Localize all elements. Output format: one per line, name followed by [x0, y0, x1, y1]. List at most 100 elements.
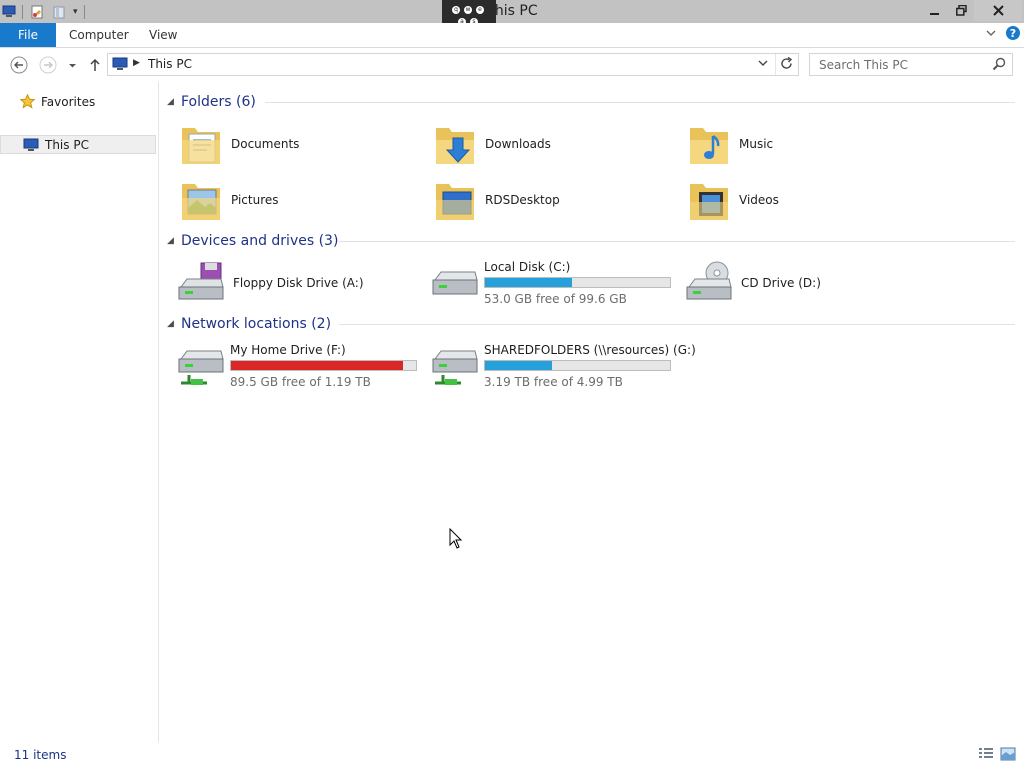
folder-item-rdsdesktop[interactable]: RDSDesktop — [433, 175, 560, 225]
item-label: Pictures — [231, 193, 279, 207]
forward-button[interactable] — [38, 55, 58, 75]
content-area: ◢ Folders (6) Documents Downloads Music — [159, 82, 1024, 742]
tab-file[interactable]: File — [0, 23, 56, 47]
up-arrow-icon — [90, 58, 100, 71]
group-header-folders[interactable]: ◢ Folders (6) — [167, 92, 1015, 112]
item-label: Music — [739, 137, 774, 151]
drive-label: My Home Drive (F:) — [230, 343, 346, 357]
navigation-pane: Favorites This PC — [0, 82, 159, 742]
folder-item-music[interactable]: Music — [687, 119, 773, 169]
details-view-icon[interactable] — [978, 747, 994, 761]
refresh-icon[interactable] — [779, 56, 794, 71]
drive-item-cd-d[interactable]: CD Drive (D:) — [685, 258, 821, 308]
group-title: Folders (6) — [181, 94, 256, 110]
network-drive-icon — [432, 350, 478, 385]
chevron-down-icon — [68, 63, 76, 67]
drive-label: SHAREDFOLDERS (\\resources) (G:) — [484, 343, 696, 357]
drive-label: Local Disk (C:) — [484, 260, 571, 274]
collapse-triangle-icon[interactable]: ◢ — [167, 236, 181, 246]
collapse-triangle-icon[interactable]: ◢ — [167, 319, 181, 329]
nav-item-favorites[interactable]: Favorites — [20, 94, 95, 109]
floppy-drive-icon — [178, 262, 224, 300]
downloads-folder-icon — [436, 128, 474, 164]
folder-item-videos[interactable]: Videos — [687, 175, 779, 225]
group-divider — [339, 241, 1015, 242]
tab-computer[interactable]: Computer — [69, 23, 129, 47]
drive-usage-bar — [484, 277, 671, 288]
restore-icon — [955, 5, 967, 16]
address-separator — [775, 54, 776, 75]
large-icons-view-icon[interactable] — [1000, 747, 1016, 761]
group-header-devices[interactable]: ◢ Devices and drives (3) — [167, 231, 1015, 251]
item-label: Documents — [231, 137, 300, 151]
this-pc-icon — [112, 57, 128, 70]
breadcrumb-chevron-icon[interactable]: ▶ — [133, 58, 140, 68]
drive-item-floppy[interactable]: Floppy Disk Drive (A:) — [177, 258, 364, 308]
search-icon[interactable] — [992, 57, 1006, 71]
drive-free-space: 53.0 GB free of 99.6 GB — [484, 292, 627, 306]
item-label: Downloads — [485, 137, 551, 151]
folder-item-pictures[interactable]: Pictures — [179, 175, 279, 225]
group-divider — [339, 324, 1015, 325]
group-title: Network locations (2) — [181, 316, 332, 332]
music-folder-icon — [690, 128, 728, 164]
forward-arrow-icon — [39, 56, 57, 74]
back-arrow-icon — [10, 56, 28, 74]
item-label: Floppy Disk Drive (A:) — [233, 276, 364, 290]
drive-usage-bar — [484, 360, 671, 371]
drive-usage-fill — [485, 361, 552, 370]
restore-button[interactable] — [948, 0, 974, 21]
folder-item-downloads[interactable]: Downloads — [433, 119, 551, 169]
collapse-triangle-icon[interactable]: ◢ — [167, 97, 181, 107]
pictures-folder-icon — [182, 184, 220, 220]
minimize-button[interactable] — [922, 0, 948, 21]
drive-item-my-home-drive-f[interactable]: My Home Drive (F:) 89.5 GB free of 1.19 … — [177, 343, 427, 393]
breadcrumb[interactable]: This PC — [148, 57, 192, 71]
network-drive-icon — [178, 350, 224, 385]
up-button[interactable] — [85, 55, 105, 75]
drive-usage-bar — [230, 360, 417, 371]
recent-locations-button[interactable] — [62, 55, 82, 75]
ribbon-controls: ? — [986, 26, 1020, 40]
videos-folder-icon — [690, 184, 728, 220]
documents-folder-icon — [182, 128, 220, 164]
cd-drive-icon — [686, 261, 732, 300]
view-switcher — [978, 747, 1016, 761]
close-icon — [992, 5, 1004, 16]
search-box[interactable]: Search This PC — [809, 53, 1013, 76]
address-bar[interactable]: ▶ This PC — [107, 53, 799, 76]
mouse-cursor-icon — [449, 528, 463, 549]
back-button[interactable] — [9, 55, 29, 75]
close-button[interactable] — [974, 0, 1022, 21]
drive-free-space: 89.5 GB free of 1.19 TB — [230, 375, 371, 389]
window-title: This PC — [486, 3, 538, 19]
this-pc-icon — [23, 138, 39, 151]
title-bar: ▾ This PC q w e a s — [0, 0, 1024, 34]
hard-disk-icon — [432, 271, 478, 295]
item-label: RDSDesktop — [485, 193, 560, 207]
navigation-bar: ▶ This PC Search This PC — [0, 48, 1024, 81]
tab-view[interactable]: View — [149, 23, 177, 47]
item-count: 11 items — [14, 748, 67, 762]
drive-item-sharedfolders-g[interactable]: SHAREDFOLDERS (\\resources) (G:) 3.19 TB… — [431, 343, 696, 393]
item-label: Videos — [739, 193, 779, 207]
nav-label: Favorites — [41, 94, 96, 109]
status-bar: 11 items — [0, 742, 1024, 768]
drive-item-local-disk-c[interactable]: Local Disk (C:) 53.0 GB free of 99.6 GB — [431, 260, 681, 310]
group-header-network[interactable]: ◢ Network locations (2) — [167, 314, 1015, 334]
search-input[interactable]: Search This PC — [819, 58, 908, 72]
drive-free-space: 3.19 TB free of 4.99 TB — [484, 375, 623, 389]
star-icon — [20, 94, 35, 109]
folder-item-documents[interactable]: Documents — [179, 119, 299, 169]
nav-item-this-pc[interactable]: This PC — [0, 135, 156, 154]
minimize-icon — [930, 12, 939, 15]
help-icon[interactable]: ? — [1006, 26, 1020, 40]
expand-ribbon-icon[interactable] — [986, 28, 996, 38]
group-divider — [265, 102, 1015, 103]
desktop-folder-icon — [436, 184, 474, 220]
drive-usage-fill — [485, 278, 572, 287]
drive-usage-fill — [231, 361, 403, 370]
address-history-chevron-icon[interactable] — [758, 58, 768, 68]
item-label: CD Drive (D:) — [741, 276, 821, 290]
nav-label: This PC — [45, 137, 89, 152]
